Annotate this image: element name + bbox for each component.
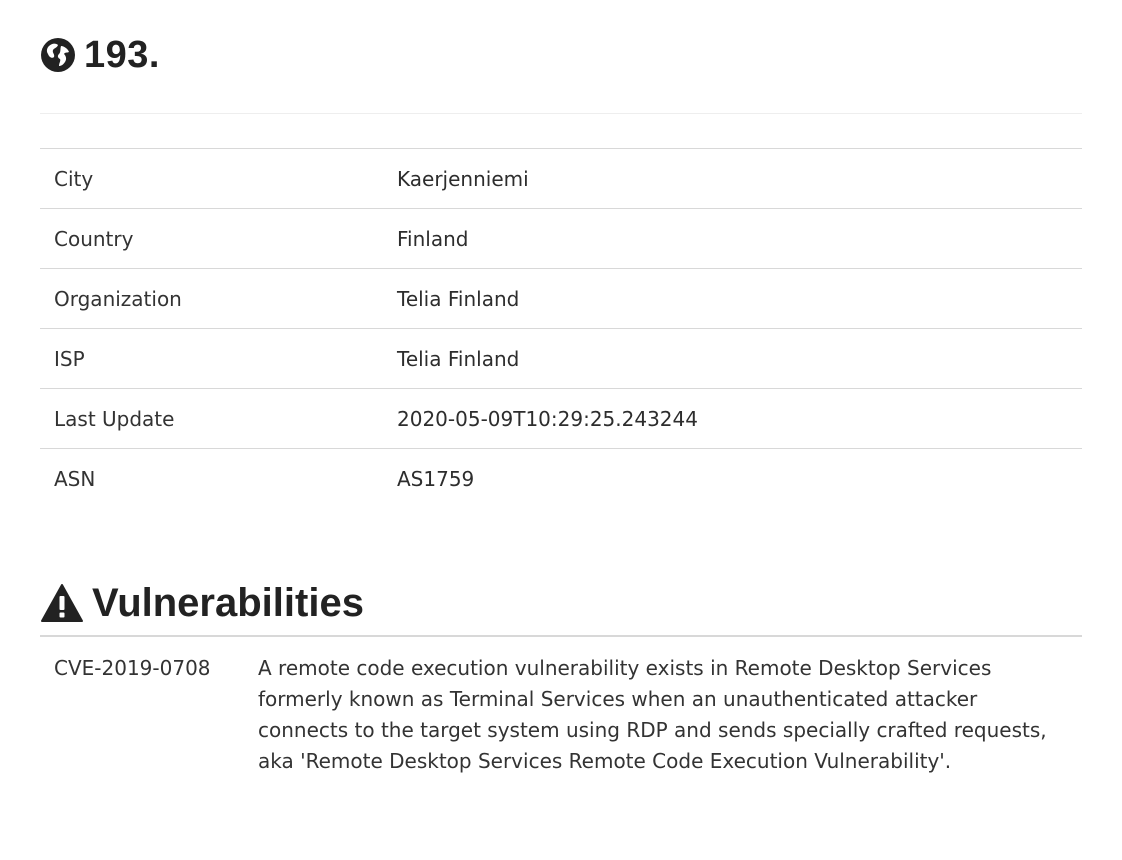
- warning-icon: [40, 583, 84, 623]
- info-value-isp: Telia Finland: [383, 328, 1082, 389]
- table-row: Organization Telia Finland: [40, 268, 1082, 329]
- table-row: ASN AS1759: [40, 448, 1082, 509]
- header-divider: [40, 113, 1082, 114]
- host-header: 193.: [40, 30, 160, 80]
- vulnerability-item: CVE-2019-0708 A remote code execution vu…: [54, 653, 1054, 777]
- cve-summary: A remote code execution vulnerability ex…: [258, 656, 1047, 773]
- cve-id: CVE-2019-0708: [54, 656, 211, 680]
- info-key-isp: ISP: [40, 328, 383, 389]
- table-row: Country Finland: [40, 208, 1082, 269]
- vulnerabilities-divider: [40, 635, 1082, 637]
- info-key-city: City: [40, 148, 383, 209]
- table-row: City Kaerjenniemi: [40, 148, 1082, 209]
- info-key-country: Country: [40, 208, 383, 269]
- info-key-asn: ASN: [40, 448, 383, 509]
- table-row: ISP Telia Finland: [40, 328, 1082, 389]
- info-value-organization: Telia Finland: [383, 268, 1082, 329]
- info-value-last-update: 2020-05-09T10:29:25.243244: [383, 388, 1082, 449]
- info-value-country: Finland: [383, 208, 1082, 269]
- ip-address-title: 193.: [84, 33, 160, 76]
- vulnerabilities-header: Vulnerabilities: [40, 578, 364, 628]
- info-key-organization: Organization: [40, 268, 383, 329]
- host-info-table: City Kaerjenniemi Country Finland Organi…: [40, 148, 1082, 509]
- info-value-city: Kaerjenniemi: [383, 148, 1082, 209]
- info-key-last-update: Last Update: [40, 388, 383, 449]
- table-row: Last Update 2020-05-09T10:29:25.243244: [40, 388, 1082, 449]
- vulnerabilities-title: Vulnerabilities: [92, 580, 364, 625]
- globe-icon: [40, 37, 76, 73]
- info-value-asn: AS1759: [383, 448, 1082, 509]
